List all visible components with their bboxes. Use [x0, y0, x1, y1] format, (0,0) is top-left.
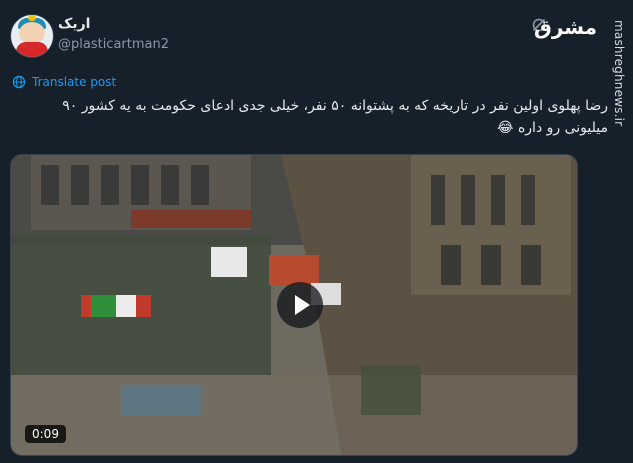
- display-name[interactable]: اریک: [58, 16, 90, 32]
- video-player[interactable]: 0:09: [10, 154, 578, 456]
- brand-logo: مشرق: [533, 15, 597, 39]
- globe-icon: [12, 75, 26, 89]
- video-duration: 0:09: [25, 425, 66, 443]
- user-handle[interactable]: @plasticartman2: [58, 37, 169, 52]
- translate-post-link[interactable]: Translate post: [12, 75, 116, 89]
- translate-label: Translate post: [32, 75, 117, 89]
- user-avatar[interactable]: [10, 14, 54, 58]
- post-text: رضا پهلوی اولین نفر در تاریخه که به پشتو…: [62, 98, 608, 136]
- play-icon[interactable]: [277, 282, 323, 328]
